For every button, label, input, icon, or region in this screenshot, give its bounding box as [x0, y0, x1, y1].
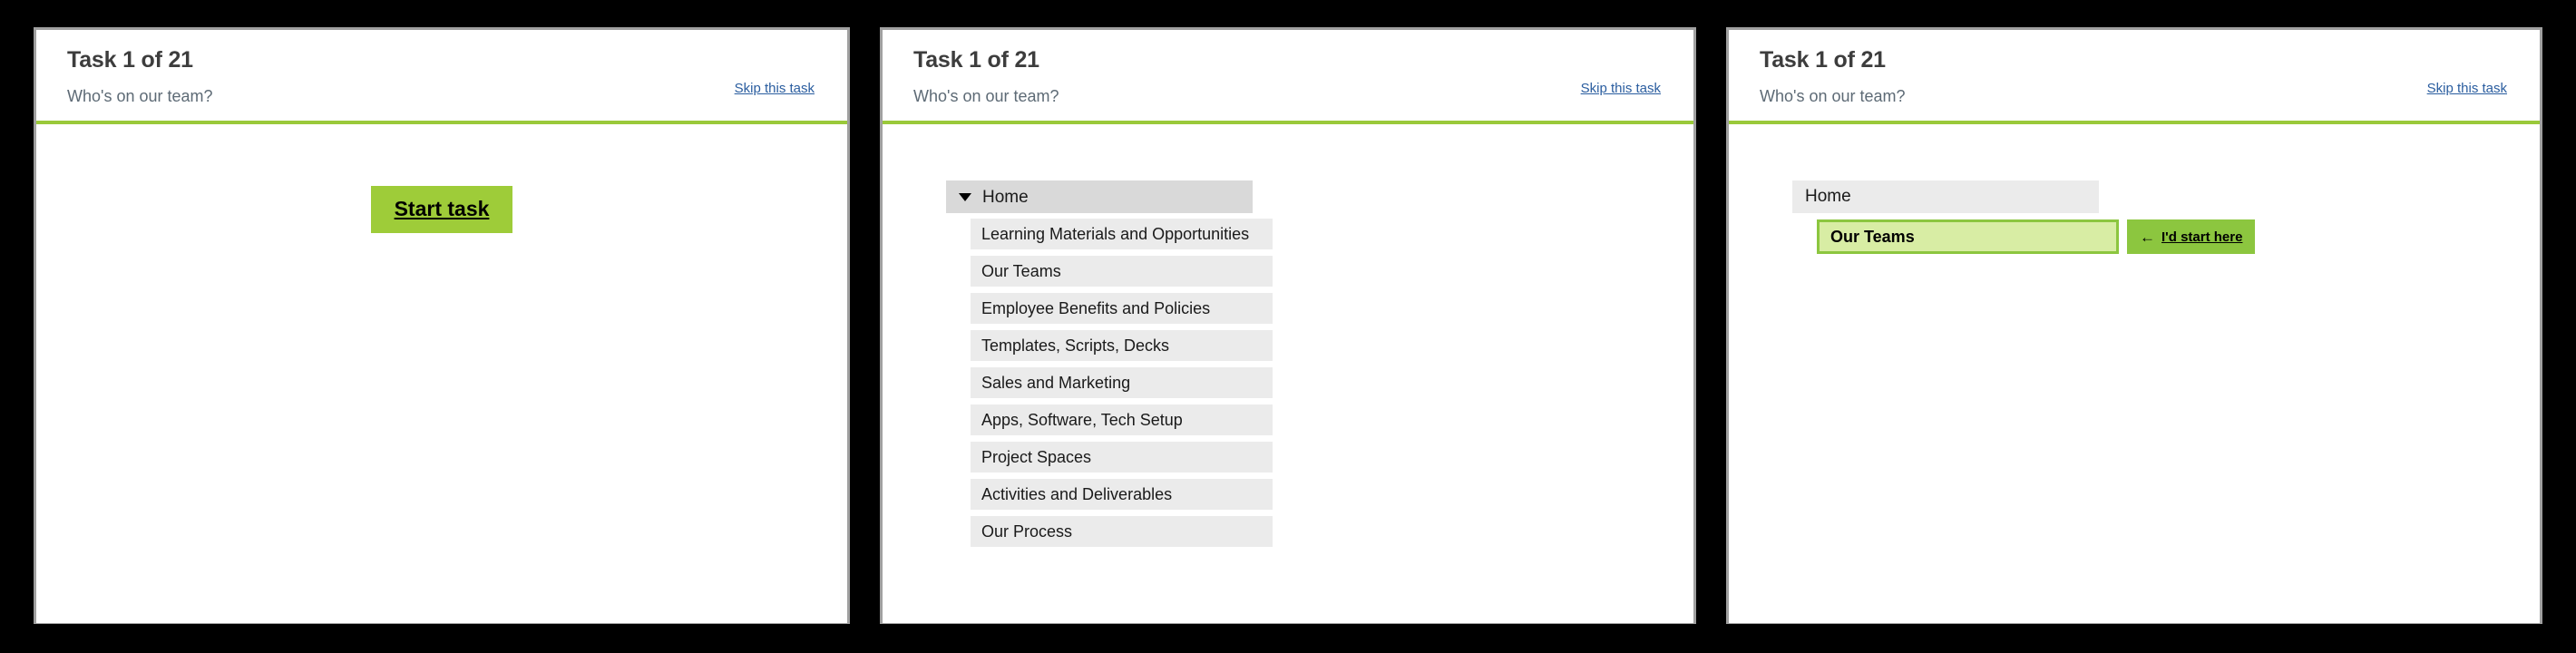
- nav-item-project-spaces[interactable]: Project Spaces: [971, 442, 1273, 473]
- start-task-button[interactable]: Start task: [370, 186, 513, 233]
- panel-header: Task 1 of 21 Who's on our team? Skip thi…: [1729, 30, 2540, 124]
- task-question: Who's on our team?: [913, 86, 1059, 105]
- nav-item-label: Our Process: [981, 521, 1073, 541]
- nav-item-home[interactable]: Home: [946, 180, 1253, 213]
- skip-task-link[interactable]: Skip this task: [2427, 81, 2507, 96]
- start-task-area: Start task: [67, 153, 816, 233]
- task-question: Who's on our team?: [67, 86, 213, 105]
- nav-item-our-teams[interactable]: Our Teams: [971, 256, 1273, 287]
- nav-children-list: Learning Materials and Opportunities Our…: [946, 219, 1663, 547]
- page-title: Task 1 of 21: [1760, 47, 1886, 73]
- screenshot-filmstrip: Task 1 of 21 Who's on our team? Skip thi…: [0, 0, 2576, 653]
- panel-body: Home Our Teams ← I'd start here: [1729, 124, 2540, 623]
- panel-header: Task 1 of 21 Who's on our team? Skip thi…: [36, 30, 847, 124]
- nav-item-label: Apps, Software, Tech Setup: [981, 410, 1183, 429]
- task-panel-2: Task 1 of 21 Who's on our team? Skip thi…: [880, 27, 1696, 624]
- nav-item-activities-and-deliverables[interactable]: Activities and Deliverables: [971, 479, 1273, 510]
- nav-item-label: Home: [1805, 187, 1851, 206]
- panel-header: Task 1 of 21 Who's on our team? Skip thi…: [883, 30, 1693, 124]
- selected-answer-our-teams[interactable]: Our Teams: [1817, 219, 2119, 254]
- panel-body: Start task: [36, 124, 847, 623]
- nav-item-label: Our Teams: [981, 261, 1061, 280]
- task-panel-1: Task 1 of 21 Who's on our team? Skip thi…: [34, 27, 850, 624]
- nav-item-apps-software-tech-setup[interactable]: Apps, Software, Tech Setup: [971, 404, 1273, 435]
- caret-down-icon: [959, 192, 971, 201]
- nav-item-templates-scripts-decks[interactable]: Templates, Scripts, Decks: [971, 330, 1273, 361]
- skip-task-link[interactable]: Skip this task: [735, 81, 815, 96]
- panel-body: Home Learning Materials and Opportunitie…: [883, 124, 1693, 623]
- nav-item-home[interactable]: Home: [1792, 180, 2099, 213]
- selected-answer-label: Our Teams: [1830, 227, 1915, 246]
- task-question: Who's on our team?: [1760, 86, 1906, 105]
- nav-item-label: Project Spaces: [981, 447, 1092, 466]
- id-start-here-label: I'd start here: [2161, 229, 2243, 245]
- page-title: Task 1 of 21: [67, 47, 193, 73]
- task-panel-3: Task 1 of 21 Who's on our team? Skip thi…: [1726, 27, 2542, 624]
- nav-item-learning-materials[interactable]: Learning Materials and Opportunities: [971, 219, 1273, 249]
- nav-item-label: Learning Materials and Opportunities: [981, 224, 1250, 243]
- skip-task-link[interactable]: Skip this task: [1581, 81, 1661, 96]
- selection-tree: Home Our Teams ← I'd start here: [1760, 153, 2509, 254]
- page-title: Task 1 of 21: [913, 47, 1039, 73]
- id-start-here-button[interactable]: ← I'd start here: [2127, 219, 2256, 254]
- nav-item-label: Activities and Deliverables: [981, 484, 1173, 503]
- nav-item-sales-and-marketing[interactable]: Sales and Marketing: [971, 367, 1273, 398]
- arrow-left-icon: ←: [2140, 228, 2155, 246]
- selected-answer-row: Our Teams ← I'd start here: [1792, 219, 2509, 254]
- nav-item-label: Templates, Scripts, Decks: [981, 336, 1170, 355]
- nav-item-employee-benefits[interactable]: Employee Benefits and Policies: [971, 293, 1273, 324]
- nav-item-label: Employee Benefits and Policies: [981, 298, 1211, 317]
- nav-item-our-process[interactable]: Our Process: [971, 516, 1273, 547]
- navigation-tree: Home Learning Materials and Opportunitie…: [913, 153, 1663, 547]
- nav-item-label: Home: [982, 187, 1029, 207]
- nav-item-label: Sales and Marketing: [981, 373, 1131, 392]
